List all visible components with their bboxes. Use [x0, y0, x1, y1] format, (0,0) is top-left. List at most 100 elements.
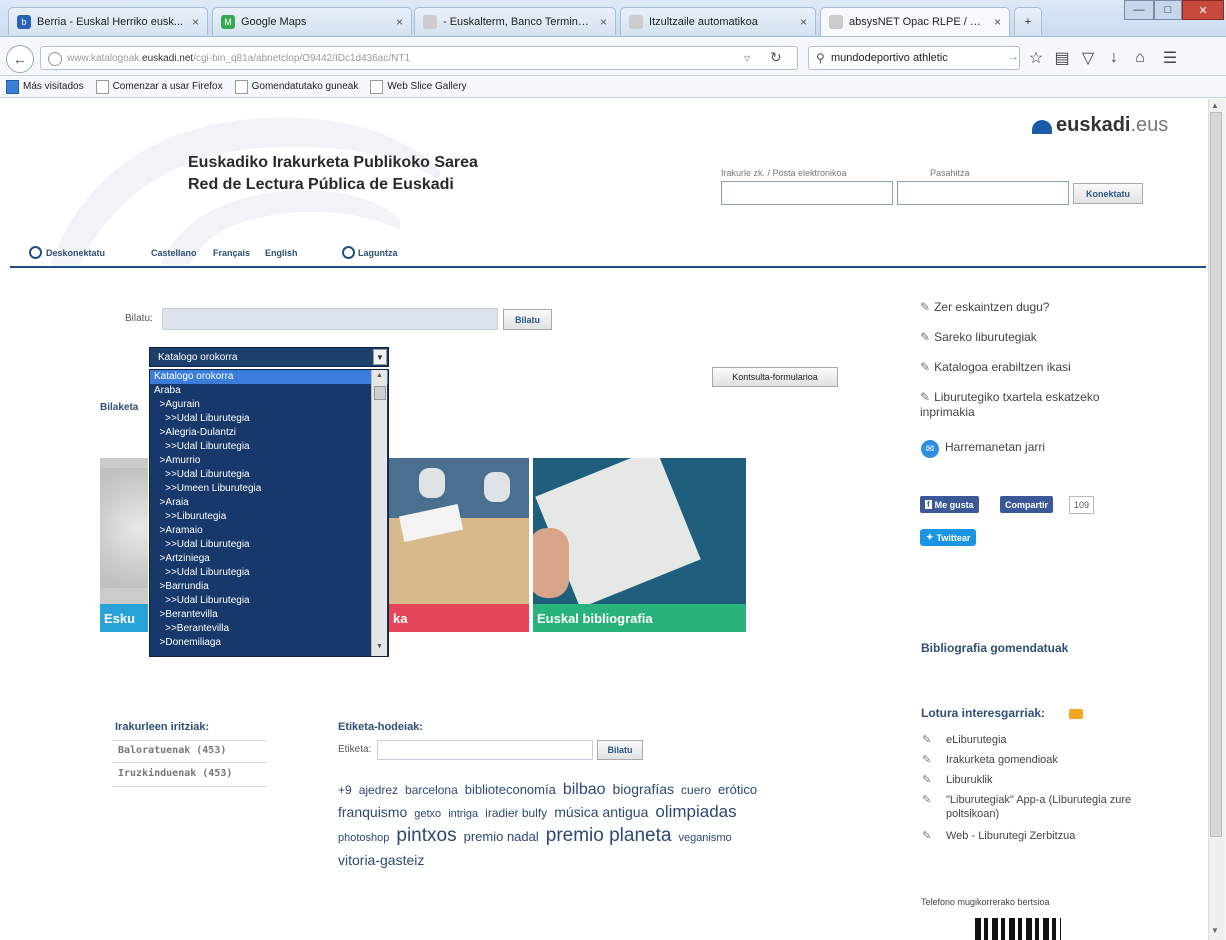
tag-link[interactable]: franquismo [338, 801, 407, 823]
tab-close-icon[interactable]: × [192, 15, 199, 29]
tag-link[interactable]: bilbao [563, 779, 606, 801]
facebook-like-button[interactable]: f Me gusta [920, 496, 979, 513]
tag-link[interactable]: música antigua [554, 801, 648, 823]
tag-link[interactable]: cuero [681, 779, 711, 801]
tab-close-icon[interactable]: × [600, 15, 607, 29]
catalog-option[interactable]: >Amurrio [150, 454, 388, 468]
browser-tab[interactable]: M Google Maps × [212, 7, 412, 35]
tag-link[interactable]: premio planeta [546, 825, 672, 847]
close-window-button[interactable]: ✕ [1182, 0, 1224, 20]
sidebar-link[interactable]: ✎ Katalogoa erabiltzen ikasi [920, 360, 1120, 375]
catalog-option[interactable]: >>Udal Liburutegia [150, 594, 388, 608]
catalog-option[interactable]: >>Udal Liburutegia [150, 412, 388, 426]
catalog-option[interactable]: >Alegria-Dulantzi [150, 426, 388, 440]
lang-francais[interactable]: Français [213, 248, 250, 258]
tag-input[interactable] [377, 740, 593, 760]
facebook-share-button[interactable]: Compartir [1000, 496, 1054, 513]
home-icon[interactable]: ⌂ [1128, 46, 1152, 70]
minimize-button[interactable]: — [1124, 0, 1154, 20]
catalog-option[interactable]: >>Umeen Liburutegia [150, 482, 388, 496]
tag-link[interactable]: ajedrez [359, 779, 398, 801]
sidebar-link[interactable]: ✎ Sareko liburutegiak [920, 330, 1120, 345]
reviews-top-rated[interactable]: Baloratuenak (453) [118, 745, 226, 756]
catalog-search-input[interactable] [162, 308, 498, 330]
tag-link[interactable]: getxo [414, 803, 441, 825]
search-input[interactable]: mundodeportivo athletic [808, 46, 1020, 70]
contact-link[interactable]: Harremanetan jarri [945, 440, 1045, 454]
tweet-button[interactable]: ✦ Twittear [920, 529, 977, 546]
interesting-link[interactable]: ✎ eLiburutegia [920, 733, 1140, 747]
tag-link[interactable]: vitoria-gasteiz [338, 849, 424, 871]
download-icon[interactable]: ↓ [1102, 46, 1126, 70]
tag-link[interactable]: intriga [448, 803, 478, 825]
select-arrow-icon[interactable]: ▼ [373, 349, 387, 365]
options-scrollbar[interactable] [371, 370, 387, 656]
interesting-link[interactable]: ✎ Liburuklik [920, 773, 1140, 787]
tab-close-icon[interactable]: × [396, 15, 403, 29]
tag-link[interactable]: biblioteconomía [465, 779, 556, 801]
restore-button[interactable]: □ [1154, 0, 1182, 20]
catalog-option[interactable]: Araba [150, 384, 388, 398]
disconnect-link[interactable]: Deskonektatu [46, 248, 105, 258]
card-2[interactable]: ka [389, 458, 529, 632]
browser-tab[interactable]: b Berria - Euskal Herriko eusk... × [8, 7, 208, 35]
catalog-search-button[interactable]: Bilatu [503, 309, 552, 330]
lang-english[interactable]: English [265, 248, 298, 258]
recommended-bibliography[interactable]: Bibliografia gomendatuak [921, 641, 1068, 655]
tag-link[interactable]: premio nadal [464, 826, 539, 848]
catalog-option[interactable]: >Donemiliaga [150, 636, 388, 650]
catalog-option[interactable]: >Agurain [150, 398, 388, 412]
new-tab-button[interactable]: + [1014, 7, 1042, 35]
euskadi-logo[interactable]: euskadi.eus [1056, 114, 1168, 137]
catalog-option[interactable]: >>Berantevilla [150, 622, 388, 636]
search-go-icon[interactable]: → [1008, 51, 1019, 63]
tab-close-icon[interactable]: × [994, 15, 1001, 29]
rss-icon[interactable] [1069, 709, 1083, 719]
pocket-icon[interactable]: ▽ [1076, 46, 1100, 70]
page-scrollbar-thumb[interactable] [1210, 112, 1222, 837]
menu-icon[interactable]: ☰ [1158, 46, 1182, 70]
catalog-option[interactable]: >>Udal Liburutegia [150, 538, 388, 552]
tag-link[interactable]: olimpiadas [655, 801, 736, 823]
reload-icon[interactable]: ↻ [770, 49, 782, 66]
bookmark-item[interactable]: Más visitados [6, 79, 84, 94]
tag-link[interactable]: pintxos [396, 825, 456, 847]
catalog-option[interactable]: >Artziniega [150, 552, 388, 566]
catalog-option[interactable]: >Berantevilla [150, 608, 388, 622]
tag-link[interactable]: iradier bulfy [485, 802, 547, 824]
browser-tab[interactable]: absysNET Opac RLPE / EIPS × [820, 7, 1010, 36]
browser-tab[interactable]: - Euskalterm, Banco Terminoló... × [414, 7, 616, 35]
dropdown-arrow-icon[interactable]: ▿ [744, 51, 750, 65]
interesting-link[interactable]: ✎ "Liburutegiak" App-a (Liburutegia zure … [920, 793, 1140, 821]
tag-link[interactable]: barcelona [405, 779, 458, 801]
interesting-link[interactable]: ✎ Web - Liburutegi Zerbitzua [920, 829, 1140, 843]
catalog-option[interactable]: >>Liburutegia [150, 510, 388, 524]
connect-button[interactable]: Konektatu [1073, 183, 1143, 204]
sidebar-link[interactable]: ✎ Liburutegiko txartela eskatzeko inprima… [920, 390, 1120, 420]
login-field[interactable] [721, 181, 893, 205]
bookmark-item[interactable]: Web Slice Gallery [370, 79, 467, 94]
catalog-option[interactable]: >>Udal Liburutegia [150, 468, 388, 482]
options-scroll-up-icon[interactable]: ▲ [376, 372, 383, 379]
query-form-button[interactable]: Kontsulta-formularioa [712, 367, 838, 387]
scroll-up-icon[interactable]: ▲ [1211, 101, 1219, 110]
catalog-options-list[interactable]: Katalogo orokorra Araba >Agurain >>Udal L… [149, 369, 389, 657]
tag-link[interactable]: +9 [338, 779, 352, 801]
catalog-option[interactable]: >Araia [150, 496, 388, 510]
tag-link[interactable]: erótico [718, 779, 757, 801]
bookmark-star-icon[interactable]: ☆ [1024, 46, 1048, 70]
tab-close-icon[interactable]: × [800, 15, 807, 29]
interesting-link[interactable]: ✎ Irakurketa gomendioak [920, 753, 1140, 767]
help-link[interactable]: Laguntza [358, 248, 398, 258]
url-bar[interactable]: www.katalogoak. euskadi.net/cgi-bin_q81a/… [40, 46, 798, 70]
catalog-option[interactable]: >Aramaio [150, 524, 388, 538]
catalog-option[interactable]: >>Udal Liburutegia [150, 440, 388, 454]
browser-tab[interactable]: Itzultzaile automatikoa × [620, 7, 816, 35]
catalog-option[interactable]: >Barrundia [150, 580, 388, 594]
reviews-most-commented[interactable]: Iruzkinduenak (453) [118, 768, 232, 779]
catalog-option[interactable]: Katalogo orokorra [150, 370, 388, 384]
card-3[interactable]: Euskal bibliografia [533, 458, 746, 632]
bookmark-item[interactable]: Comenzar a usar Firefox [95, 79, 223, 94]
bookmarks-menu-icon[interactable]: ▤ [1050, 46, 1074, 70]
back-button[interactable]: ← [6, 45, 34, 73]
